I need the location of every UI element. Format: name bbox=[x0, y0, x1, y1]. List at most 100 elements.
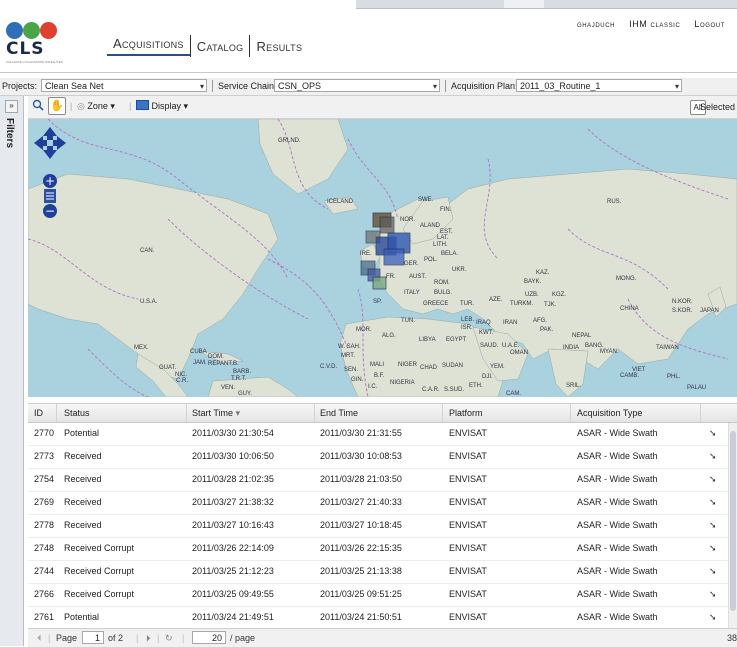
page-size-input[interactable]: 20 bbox=[192, 631, 226, 644]
page-count: of 2 bbox=[108, 633, 124, 643]
zone-label: Zone bbox=[87, 101, 108, 111]
map-label: MYAN. bbox=[600, 349, 619, 355]
table-row[interactable]: 2773 Received 2011/03/30 10:06:50 2011/0… bbox=[28, 446, 728, 469]
refresh-icon[interactable]: ↻ bbox=[165, 633, 173, 644]
open-arrow-icon[interactable]: ➘ bbox=[709, 543, 717, 554]
open-arrow-icon[interactable]: ➘ bbox=[709, 566, 717, 577]
table-row[interactable]: 2761 Potential 2011/03/24 21:49:51 2011/… bbox=[28, 607, 728, 629]
open-arrow-icon[interactable]: ➘ bbox=[709, 520, 717, 531]
tool-divider: | bbox=[70, 101, 73, 111]
cell-platform: ENVISAT bbox=[449, 497, 487, 507]
col-header-id[interactable]: ID bbox=[34, 408, 43, 418]
pager-divider: | bbox=[157, 633, 160, 643]
map-label: PALAU bbox=[687, 385, 707, 391]
map-label: FR. bbox=[386, 274, 396, 280]
zone-tool[interactable]: ◎ Zone ▾ bbox=[77, 99, 115, 114]
chevron-down-icon: ▾ bbox=[183, 101, 189, 111]
footprint-green bbox=[372, 276, 387, 290]
map-label: TURKM. bbox=[510, 301, 533, 307]
projects-select[interactable]: Clean Sea Net ▾ bbox=[41, 79, 207, 92]
next-page-icon[interactable]: ⏵ bbox=[146, 633, 151, 644]
logo-circle-green bbox=[23, 22, 40, 39]
logout-link[interactable]: Logout bbox=[694, 19, 725, 29]
scrollbar-thumb[interactable] bbox=[730, 431, 736, 611]
map-label: KAZ. bbox=[536, 270, 550, 276]
service-chain-select[interactable]: CSN_OPS ▾ bbox=[274, 79, 440, 92]
table-row[interactable]: 2754 Received 2011/03/28 21:02:35 2011/0… bbox=[28, 469, 728, 492]
col-header-acquisition-type[interactable]: Acquisition Type bbox=[577, 408, 642, 418]
acq-plan-select[interactable]: 2011_03_Routine_1 ▾ bbox=[516, 79, 682, 92]
open-arrow-icon[interactable]: ➘ bbox=[709, 474, 717, 485]
table-row[interactable]: 2769 Received 2011/03/27 21:38:32 2011/0… bbox=[28, 492, 728, 515]
record-count: 38 bbox=[726, 633, 737, 643]
map-label: IRAN bbox=[503, 320, 518, 326]
col-header-status[interactable]: Status bbox=[64, 408, 90, 418]
col-separator bbox=[186, 404, 187, 422]
table-row[interactable]: 2744 Received Corrupt 2011/03/25 21:12:2… bbox=[28, 561, 728, 584]
selected-button[interactable]: Selected bbox=[700, 102, 735, 112]
cell-end-time: 2011/03/28 21:03:50 bbox=[320, 474, 402, 484]
page-number-input[interactable]: 1 bbox=[82, 631, 104, 644]
table-row[interactable]: 2766 Received Corrupt 2011/03/25 09:49:5… bbox=[28, 584, 728, 607]
filters-panel: » Filters bbox=[0, 96, 24, 646]
expand-filters-button[interactable]: » bbox=[5, 100, 18, 113]
display-label: Display bbox=[151, 101, 182, 111]
table-row[interactable]: 2770 Potential 2011/03/30 21:30:54 2011/… bbox=[28, 423, 728, 446]
col-separator bbox=[700, 404, 701, 422]
col-header-platform[interactable]: Platform bbox=[449, 408, 483, 418]
cell-start-time: 2011/03/27 21:38:32 bbox=[192, 497, 274, 507]
zoom-control[interactable]: + − bbox=[42, 173, 58, 219]
cell-id: 2769 bbox=[34, 497, 55, 507]
map-label: BULG. bbox=[434, 290, 453, 296]
cell-end-time: 2011/03/25 21:13:38 bbox=[320, 566, 402, 576]
map-toolbar: ✋ | ◎ Zone ▾ | Display ▾ All Selected bbox=[28, 96, 737, 119]
table-row[interactable]: 2778 Received 2011/03/27 10:16:43 2011/0… bbox=[28, 515, 728, 538]
tool-divider: | bbox=[129, 101, 132, 111]
filters-label[interactable]: Filters bbox=[4, 118, 15, 148]
col-separator bbox=[314, 404, 315, 422]
map-label: ALAND bbox=[420, 223, 441, 229]
cell-end-time: 2011/03/25 09:51:25 bbox=[320, 589, 402, 599]
tab-catalog[interactable]: Catalog bbox=[191, 39, 250, 54]
map-label: AUST. bbox=[409, 274, 427, 280]
open-arrow-icon[interactable]: ➘ bbox=[709, 497, 717, 508]
open-arrow-icon[interactable]: ➘ bbox=[709, 589, 717, 600]
map-label: W. SAH. bbox=[338, 344, 361, 350]
cell-id: 2773 bbox=[34, 451, 55, 461]
open-arrow-icon[interactable]: ➘ bbox=[709, 451, 717, 462]
cell-acquisition-type: ASAR - Wide Swath bbox=[577, 543, 658, 553]
world-map[interactable]: GRLND. ICELAND SWE. FIN. NOR. ALAND EST.… bbox=[28, 119, 737, 397]
first-page-icon[interactable]: ⏴ bbox=[37, 633, 42, 644]
strip-segment bbox=[504, 0, 544, 8]
projects-label: Projects: bbox=[2, 81, 38, 91]
map-label: VEN. bbox=[221, 385, 236, 391]
map-label: MOR. bbox=[356, 327, 372, 333]
open-arrow-icon[interactable]: ➘ bbox=[709, 612, 717, 623]
map-label: SRIL. bbox=[566, 383, 582, 389]
map-label: LEB. bbox=[461, 317, 475, 323]
pan-hand-icon[interactable]: ✋ bbox=[48, 97, 66, 115]
map-label: CHINA bbox=[620, 306, 639, 312]
cell-status: Received bbox=[64, 520, 102, 530]
col-separator bbox=[56, 404, 57, 422]
cell-start-time: 2011/03/25 21:12:23 bbox=[192, 566, 274, 576]
open-arrow-icon[interactable]: ➘ bbox=[709, 428, 717, 439]
col-header-start-time[interactable]: Start Time ▾ bbox=[192, 408, 240, 419]
grid-scrollbar[interactable] bbox=[728, 423, 737, 628]
map-label: PAK. bbox=[540, 327, 554, 333]
table-row[interactable]: 2748 Received Corrupt 2011/03/26 22:14:0… bbox=[28, 538, 728, 561]
col-header-end-time[interactable]: End Time bbox=[320, 408, 358, 418]
zoom-in-tool-icon[interactable] bbox=[32, 99, 44, 114]
map-label: SWE. bbox=[418, 197, 434, 203]
map-label: RUS. bbox=[607, 199, 622, 205]
cell-platform: ENVISAT bbox=[449, 566, 487, 576]
display-tool[interactable]: Display ▾ bbox=[136, 99, 188, 114]
pan-control[interactable] bbox=[34, 127, 66, 159]
map-label: AFG. bbox=[533, 318, 548, 324]
map-label: MALI bbox=[370, 362, 385, 368]
username-link[interactable]: ghajduch bbox=[577, 19, 615, 29]
ihm-classic-link[interactable]: IHM classic bbox=[629, 19, 680, 29]
map-label: B.F. bbox=[374, 373, 385, 379]
tab-results[interactable]: Results bbox=[250, 39, 308, 54]
tab-acquisitions[interactable]: Acquisitions bbox=[107, 36, 190, 56]
